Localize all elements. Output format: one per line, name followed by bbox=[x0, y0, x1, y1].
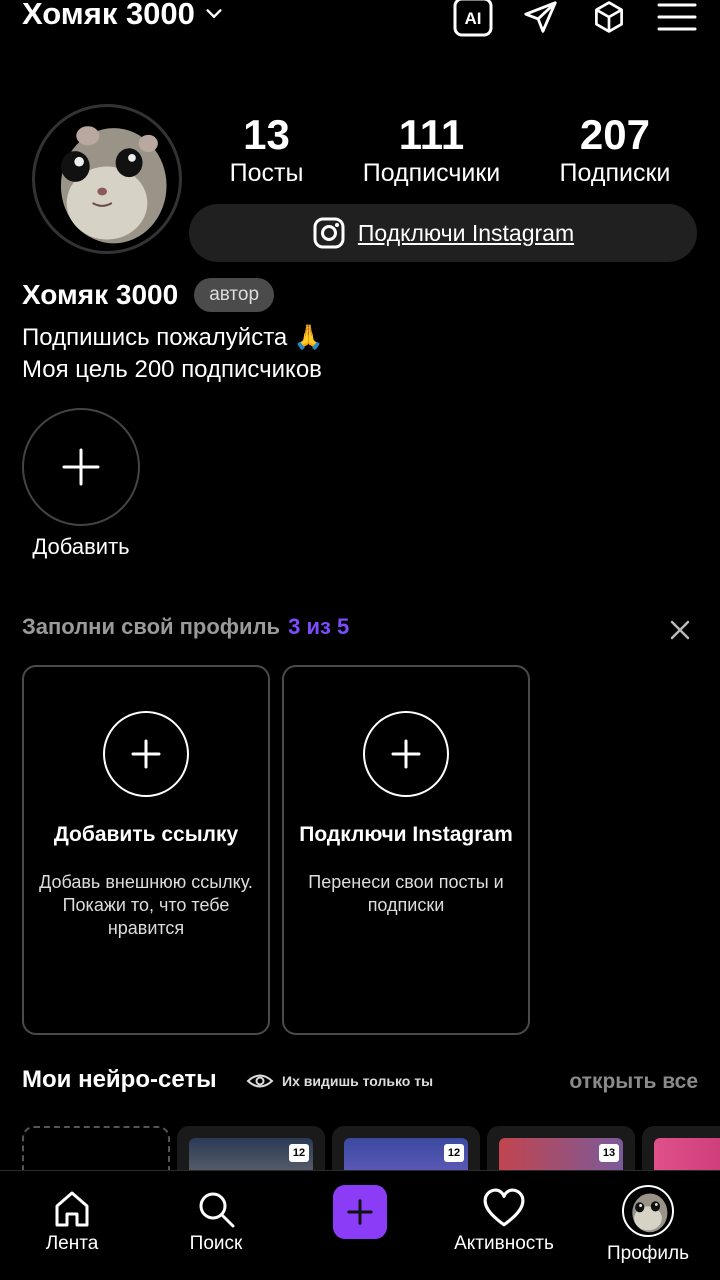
nav-create[interactable] bbox=[325, 1185, 395, 1239]
connect-instagram-label: Подключи Instagram bbox=[357, 219, 575, 246]
followers-stat[interactable]: 111 Подписчики bbox=[363, 112, 501, 188]
top-bar: Хомяк 3000 AI bbox=[0, 0, 720, 40]
close-icon[interactable] bbox=[668, 618, 692, 642]
search-icon bbox=[199, 1192, 235, 1228]
neuro-set-thumb[interactable]: 12 bbox=[177, 1126, 325, 1170]
create-button[interactable] bbox=[333, 1185, 387, 1239]
neuro-sets-carousel: 12 12 13 bbox=[0, 1126, 720, 1170]
nav-search[interactable]: Поиск bbox=[180, 1185, 252, 1255]
nav-feed-label: Лента bbox=[45, 1233, 99, 1254]
nav-profile-label: Профиль bbox=[606, 1243, 690, 1264]
send-icon[interactable] bbox=[520, 0, 562, 38]
profile-name-row: Хомяк 3000 автор bbox=[22, 278, 275, 312]
photo-count: 12 bbox=[444, 1144, 464, 1162]
followers-count: 111 bbox=[398, 111, 465, 158]
eye-icon bbox=[246, 1074, 274, 1088]
neuro-set-image bbox=[654, 1138, 720, 1170]
nav-activity[interactable]: Активность bbox=[444, 1185, 564, 1255]
plus-icon bbox=[391, 739, 421, 769]
connect-instagram-card[interactable]: Подключи Instagram Перенеси свои посты и… bbox=[282, 665, 530, 1035]
following-count: 207 bbox=[579, 111, 650, 158]
nav-activity-label: Активность bbox=[454, 1233, 554, 1254]
ai-icon[interactable]: AI bbox=[452, 0, 494, 38]
neuro-set-thumb[interactable]: 13 bbox=[487, 1126, 635, 1170]
add-story-button[interactable] bbox=[22, 408, 140, 526]
followers-label: Подписчики bbox=[362, 159, 501, 187]
photo-count: 12 bbox=[289, 1144, 309, 1162]
connect-instagram-plus-button[interactable] bbox=[363, 711, 449, 797]
nav-search-label: Поиск bbox=[189, 1233, 243, 1254]
neuro-sets-title: Мои нейро-сеты bbox=[22, 1066, 217, 1093]
add-story-label: Добавить bbox=[32, 534, 130, 559]
plus-icon bbox=[347, 1199, 373, 1225]
username-switcher[interactable]: Хомяк 3000 bbox=[22, 0, 225, 32]
instagram-icon bbox=[313, 217, 345, 249]
neuro-set-thumb[interactable]: 12 bbox=[332, 1126, 480, 1170]
visibility-note: Их видишь только ты bbox=[246, 1072, 433, 1090]
bio-line-1: Подпишись пожалуйста 🙏 bbox=[22, 324, 324, 351]
chevron-down-icon bbox=[206, 9, 222, 18]
following-stat[interactable]: 207 Подписки bbox=[560, 112, 671, 188]
photo-count: 13 bbox=[599, 1144, 619, 1162]
nav-profile[interactable]: Профиль bbox=[600, 1185, 696, 1265]
username-title: Хомяк 3000 bbox=[22, 0, 195, 31]
cube-icon[interactable] bbox=[588, 0, 630, 38]
profile-stats: 13 Посты 111 Подписчики 207 Подписки bbox=[200, 112, 700, 188]
neuro-set-thumb[interactable] bbox=[642, 1126, 720, 1170]
ai-label: AI bbox=[465, 9, 482, 28]
profile-name: Хомяк 3000 bbox=[22, 279, 179, 310]
fill-profile-progress: 3 из 5 bbox=[288, 614, 350, 639]
fill-profile-title: Заполни свой профиль bbox=[22, 614, 281, 639]
home-icon bbox=[55, 1191, 89, 1227]
posts-stat[interactable]: 13 Посты bbox=[230, 112, 304, 188]
add-link-title: Добавить ссылку bbox=[53, 823, 239, 846]
add-link-plus-button[interactable] bbox=[103, 711, 189, 797]
visibility-label: Их видишь только ты bbox=[282, 1073, 434, 1089]
profile-avatar-small bbox=[622, 1185, 674, 1237]
hamster-avatar-image bbox=[60, 126, 167, 244]
plus-icon bbox=[62, 448, 100, 486]
heart-icon bbox=[483, 1188, 525, 1227]
profile-avatar[interactable] bbox=[32, 104, 182, 254]
add-link-description: Добавь внешнюю ссылку. Покажи то, что те… bbox=[39, 872, 253, 938]
add-link-card[interactable]: Добавить ссылку Добавь внешнюю ссылку. П… bbox=[22, 665, 270, 1035]
bio-line-2: Моя цель 200 подписчиков bbox=[22, 356, 322, 383]
posts-label: Посты bbox=[229, 159, 304, 187]
connect-instagram-card-description: Перенеси свои посты и подписки bbox=[308, 872, 504, 915]
plus-icon bbox=[131, 739, 161, 769]
connect-instagram-card-title: Подключи Instagram bbox=[299, 823, 513, 846]
posts-count: 13 bbox=[243, 111, 290, 158]
profile-bio: Подпишись пожалуйста 🙏 Моя цель 200 подп… bbox=[22, 322, 324, 386]
fill-profile-header: Заполни свой профиль 3 из 5 bbox=[22, 614, 349, 640]
new-neuro-set-tile[interactable] bbox=[22, 1126, 170, 1170]
following-label: Подписки bbox=[559, 159, 671, 187]
connect-instagram-button[interactable]: Подключи Instagram bbox=[189, 204, 697, 262]
open-all-link[interactable]: открыть все bbox=[569, 1070, 698, 1094]
menu-icon[interactable] bbox=[656, 0, 698, 38]
bottom-navigation: Лента Поиск Активность Профиль bbox=[0, 1170, 720, 1280]
hamster-avatar-image bbox=[632, 1193, 668, 1233]
nav-feed[interactable]: Лента bbox=[36, 1185, 108, 1255]
author-badge: автор bbox=[194, 278, 275, 312]
